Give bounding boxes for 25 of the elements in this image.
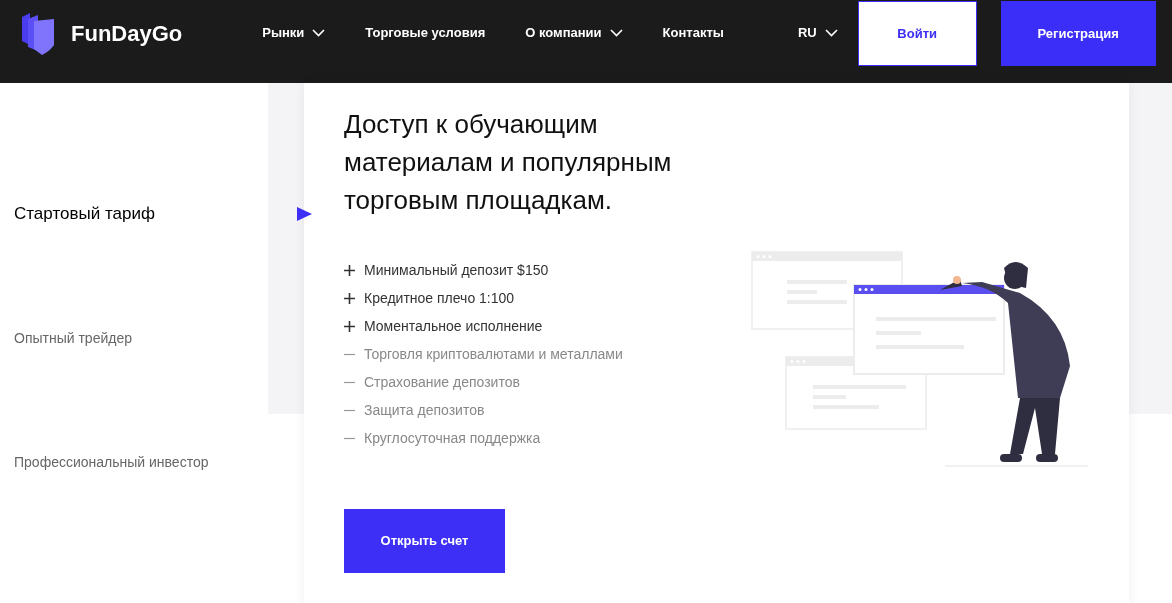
feature-text: Моментальное исполнение [364, 316, 543, 336]
chevron-down-icon [824, 29, 838, 37]
register-button[interactable]: Регистрация [1000, 1, 1156, 66]
logo-text: FunDayGo [71, 19, 183, 48]
login-button[interactable]: Войти [857, 1, 977, 66]
feature-text: Круглосуточная поддержка [364, 428, 541, 448]
feature-text: Страхование депозитов [364, 372, 520, 392]
language-selector[interactable]: RU [797, 0, 838, 66]
nav-link[interactable]: Контакты [662, 23, 724, 43]
plan-heading: Доступ к обучающим материалам и популярным торговым площадкам. [344, 108, 673, 217]
tariff-tab[interactable]: Профессиональный инвестор [0, 400, 312, 524]
feature-text: Защита депозитов [364, 400, 485, 420]
chevron-down-icon [609, 29, 623, 37]
nav-link[interactable]: Торговые условия [365, 23, 486, 43]
logo-icon [20, 10, 55, 56]
triangle-pointer-icon [297, 207, 312, 221]
tariff-tab[interactable]: Опытный трейдер [0, 276, 312, 400]
tariff-tab[interactable]: Стартовый тариф [0, 152, 312, 276]
nav-link[interactable]: О компании [525, 23, 623, 43]
feature-text: Торговля криптовалютами и металлами [364, 344, 623, 364]
chevron-down-icon [312, 29, 326, 37]
feature-text: Кредитное плечо 1:100 [364, 288, 515, 308]
open-account-button[interactable]: Открыть счет [344, 509, 505, 573]
feature-text: Минимальный депозит $150 [364, 260, 549, 280]
nav-link[interactable]: Рынки [262, 23, 326, 43]
